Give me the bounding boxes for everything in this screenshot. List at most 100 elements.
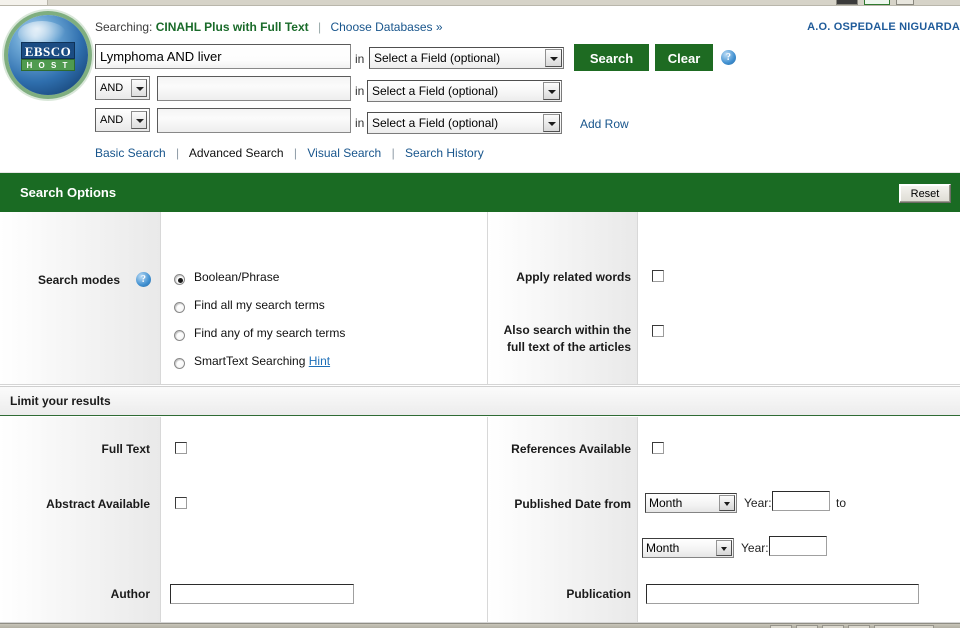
chrome-button-1[interactable] [836,0,858,5]
field-select-2-value: Select a Field (optional) [372,84,499,98]
nav-visual-search[interactable]: Visual Search [307,146,381,160]
field-select-3-value: Select a Field (optional) [372,116,499,130]
search-term-input-3[interactable] [157,108,351,133]
field-select-1-value: Select a Field (optional) [374,51,501,65]
searching-label: Searching: [95,20,153,34]
os-taskbar-strip [0,623,960,628]
also-search-full-text-checkbox[interactable] [652,325,664,337]
boolean-select-2-value: AND [100,82,124,94]
nav-basic-search[interactable]: Basic Search [95,146,166,160]
search-term-input-2[interactable] [157,76,351,101]
full-text-label: Full Text [101,442,150,456]
chevron-down-icon[interactable] [543,82,560,100]
chevron-down-icon[interactable] [716,540,732,556]
author-label: Author [110,587,150,601]
chevron-down-icon[interactable] [719,495,735,511]
nav-advanced-search[interactable]: Advanced Search [189,146,284,160]
field-select-3[interactable]: Select a Field (optional) [367,112,562,134]
field-select-2[interactable]: Select a Field (optional) [367,80,562,102]
ebscohost-logo[interactable]: EBSCO H O S T [8,15,88,95]
month-to-value: Month [646,541,680,555]
limit-column-divider-1 [160,417,161,622]
search-term-input-1[interactable] [95,44,351,69]
chevron-down-icon[interactable] [545,49,562,67]
boolean-select-2[interactable]: AND [95,76,150,100]
nav-separator: | [176,146,180,160]
chrome-button-3[interactable] [896,0,914,5]
database-name: CINAHL Plus with Full Text [155,20,309,34]
help-icon[interactable]: ? [721,50,736,65]
to-label: to [836,496,847,510]
searching-line: Searching: CINAHL Plus with Full Text | … [95,20,443,34]
chevron-down-icon[interactable] [543,114,560,132]
year-to-label: Year: [741,541,769,555]
year-to-input[interactable] [769,536,827,556]
references-available-checkbox[interactable] [652,442,664,454]
chrome-button-2[interactable] [864,0,890,5]
abstract-available-label: Abstract Available [46,497,150,511]
in-label-2: in [355,84,365,98]
search-options-body: Search modes ? Boolean/Phrase Find all m… [0,212,960,385]
limit-results-panel: Limit your results Full Text Abstract Av… [0,386,960,623]
chevron-down-icon[interactable] [131,79,147,97]
published-date-label: Published Date from [514,497,631,511]
search-modes-help-icon[interactable]: ? [136,272,151,287]
radio-smarttext-searching[interactable] [174,358,185,369]
year-from-input[interactable] [772,491,830,511]
column-divider-1 [160,212,161,384]
published-date-from-month-select[interactable]: Month [645,493,737,513]
apply-related-words-checkbox[interactable] [652,270,664,282]
limit-column-divider-3 [637,417,638,622]
radio-label-boolean-phrase[interactable]: Boolean/Phrase [194,270,279,284]
divider: | [317,20,322,34]
logo-ebsco-text: EBSCO [21,42,75,59]
nav-separator: | [391,146,395,160]
boolean-select-3[interactable]: AND [95,108,150,132]
nav-separator: | [293,146,298,160]
radio-label-find-any-terms[interactable]: Find any of my search terms [194,326,345,340]
search-options-header: Search Options Reset [0,172,960,212]
search-options-title: Search Options [20,185,117,200]
options-label-column [488,212,637,384]
abstract-available-checkbox[interactable] [175,497,187,509]
radio-label-find-all-terms[interactable]: Find all my search terms [194,298,325,312]
search-header: EBSCO H O S T Searching: CINAHL Plus wit… [0,6,960,165]
limit-results-header: Limit your results [0,386,960,416]
limit-results-body: Full Text Abstract Available Author Refe… [0,417,960,623]
apply-related-words-label: Apply related words [516,270,631,284]
column-divider-3 [637,212,638,384]
year-from-label: Year: [744,496,772,510]
search-mode-nav: Basic Search | Advanced Search | Visual … [95,146,484,160]
institution-name: A.O. OSPEDALE NIGUARDA [807,21,960,33]
search-options-panel: Search Options Reset Search modes ? Bool… [0,172,960,385]
choose-databases-link[interactable]: Choose Databases » [330,20,442,34]
ebscohost-advanced-search-page: EBSCO H O S T Searching: CINAHL Plus wit… [0,0,960,628]
month-from-value: Month [649,496,683,510]
smarttext-label-text: SmartText Searching [194,354,306,368]
boolean-select-3-value: AND [100,114,124,126]
radio-find-any-terms[interactable] [174,330,185,341]
publication-input[interactable] [646,584,919,604]
search-button[interactable]: Search [574,44,649,71]
radio-boolean-phrase[interactable] [174,274,185,285]
limit-results-title: Limit your results [10,394,111,408]
radio-label-smarttext-searching[interactable]: SmartText Searching Hint [194,354,330,368]
references-available-label: References Available [511,442,631,456]
radio-find-all-terms[interactable] [174,302,185,313]
in-label-3: in [355,116,365,130]
add-row-link[interactable]: Add Row [580,117,629,131]
publication-label: Publication [566,587,631,601]
field-select-1[interactable]: Select a Field (optional) [369,47,564,69]
full-text-checkbox[interactable] [175,442,187,454]
search-modes-label: Search modes [37,273,120,287]
chevron-down-icon[interactable] [131,111,147,129]
clear-button[interactable]: Clear [655,44,713,71]
search-modes-label-column [0,212,160,384]
reset-button[interactable]: Reset [899,184,951,203]
nav-search-history[interactable]: Search History [405,146,484,160]
smarttext-hint-link[interactable]: Hint [309,354,330,368]
published-date-to-month-select[interactable]: Month [642,538,734,558]
logo-host-text: H O S T [21,59,75,71]
author-input[interactable] [170,584,354,604]
also-search-full-text-label: Also search within the full text of the … [503,323,631,354]
